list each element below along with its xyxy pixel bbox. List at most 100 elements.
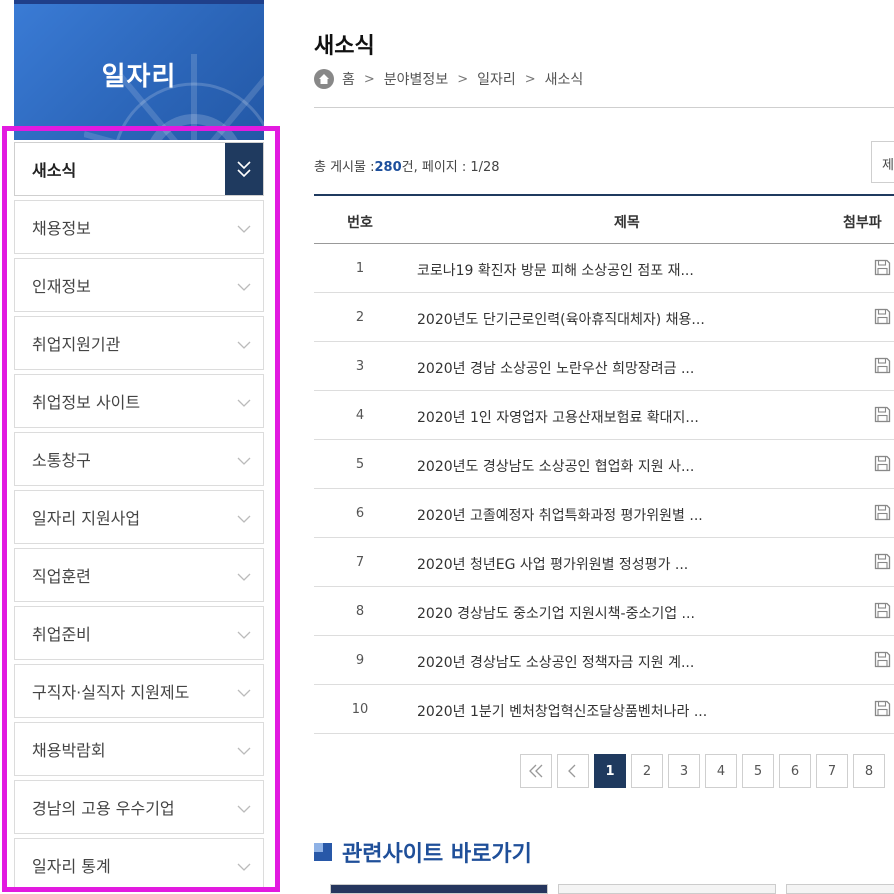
chevron-down-icon [237, 627, 251, 641]
page-button[interactable]: 5 [742, 754, 774, 788]
row-subject-link[interactable]: 2020 경상남도 중소기업 지원시책-중소기업 ... [417, 603, 695, 623]
row-subject-link[interactable]: 2020년 1인 자영업자 고용산재보험료 확대지... [417, 407, 699, 427]
row-subject-link[interactable]: 2020년 고졸예정자 취업특화과정 평가위원별 ... [417, 505, 703, 525]
chevron-down-icon [237, 279, 251, 293]
row-number: 8 [355, 604, 365, 619]
breadcrumb-field-info[interactable]: 분야별정보 [384, 69, 448, 89]
page-button[interactable]: 4 [705, 754, 737, 788]
sidebar-item-label: 경남의 고용 우수기업 [32, 799, 175, 818]
double-chevron-left-icon[interactable] [520, 754, 552, 788]
sidebar-item-label: 직업훈련 [32, 567, 91, 586]
floppy-disk-icon[interactable] [874, 602, 891, 619]
table-row: 10 2020년 1분기 벤처창업혁신조달상품벤처나라 ... [314, 685, 894, 734]
breadcrumb-jobs[interactable]: 일자리 [477, 69, 516, 89]
related-site-thumb[interactable] [330, 884, 548, 894]
page-button[interactable]: 3 [668, 754, 700, 788]
sidebar-item[interactable]: 직업훈련 [14, 548, 264, 602]
row-number: 3 [355, 359, 365, 374]
title-divider [314, 107, 894, 108]
sidebar-item-label: 소통창구 [32, 451, 91, 470]
related-sites-heading: 관련사이트 바로가기 [314, 836, 532, 868]
column-file: 첨부파 [843, 215, 882, 231]
table-row: 5 2020년도 경상남도 소상공인 협업화 지원 사... [314, 440, 894, 489]
chevron-down-icon [237, 685, 251, 699]
chevron-down-icon [237, 569, 251, 583]
related-site-thumb[interactable] [558, 884, 776, 894]
floppy-disk-icon[interactable] [874, 406, 891, 423]
sidebar-banner: 일자리 [14, 0, 264, 140]
double-chevron-down-icon[interactable] [225, 143, 263, 195]
table-row: 7 2020년 청년EG 사업 평가위원별 정성평가 ... [314, 538, 894, 587]
table-body: 1 코로나19 확진자 방문 피해 소상공인 점포 재... 2 2020년도 단기근… [314, 244, 894, 734]
sidebar-item[interactable]: 새소식 [14, 142, 264, 196]
sidebar-item-label: 인재정보 [32, 277, 91, 296]
floppy-disk-icon[interactable] [874, 651, 891, 668]
floppy-disk-icon[interactable] [874, 700, 891, 717]
sidebar-item[interactable]: 취업지원기관 [14, 316, 264, 370]
page-button[interactable]: 8 [853, 754, 885, 788]
sidebar-item[interactable]: 일자리 지원사업 [14, 490, 264, 544]
table-row: 1 코로나19 확진자 방문 피해 소상공인 점포 재... [314, 244, 894, 293]
sidebar-item[interactable]: 취업정보 사이트 [14, 374, 264, 428]
row-number: 2 [355, 310, 365, 325]
sidebar-item[interactable]: 소통창구 [14, 432, 264, 486]
sidebar-item-label: 취업준비 [32, 625, 91, 644]
sidebar-item[interactable]: 취업준비 [14, 606, 264, 660]
row-subject-link[interactable]: 2020년 경상남도 소상공인 정책자금 지원 계... [417, 652, 694, 672]
sidebar-item[interactable]: 구직자·실직자 지원제도 [14, 664, 264, 718]
row-subject-link[interactable]: 2020년 청년EG 사업 평가위원별 정성평가 ... [417, 554, 688, 574]
sidebar-item-label: 구직자·실직자 지원제도 [32, 683, 190, 702]
row-subject-link[interactable]: 코로나19 확진자 방문 피해 소상공인 점포 재... [417, 260, 694, 280]
total-prefix: 총 게시물 : [314, 160, 375, 175]
sidebar-item[interactable]: 일자리 통계 [14, 838, 264, 892]
sidebar-item-label: 취업정보 사이트 [32, 393, 141, 412]
floppy-disk-icon[interactable] [874, 308, 891, 325]
table-row: 8 2020 경상남도 중소기업 지원시책-중소기업 ... [314, 587, 894, 636]
floppy-disk-icon[interactable] [874, 259, 891, 276]
total-count: 280 [374, 160, 402, 175]
row-subject-link[interactable]: 2020년 1분기 벤처창업혁신조달상품벤처나라 ... [417, 701, 707, 721]
related-site-thumb[interactable] [786, 884, 894, 894]
breadcrumb-separator: > [524, 71, 536, 87]
floppy-disk-icon[interactable] [874, 455, 891, 472]
sidebar-title: 일자리 [101, 62, 177, 92]
breadcrumb-separator: > [457, 71, 469, 87]
chevron-down-icon [237, 337, 251, 351]
row-number: 9 [355, 653, 365, 668]
page-button[interactable]: 6 [779, 754, 811, 788]
row-subject-link[interactable]: 2020년도 단기근로인력(육아휴직대체자) 채용... [417, 309, 705, 329]
sidebar-item[interactable]: 채용박람회 [14, 722, 264, 776]
related-sites-thumbnails [330, 884, 894, 894]
search-field-select[interactable]: 제 [871, 141, 894, 183]
page: 일자리 새소식채용정보인재정보취업지원기관취업정보 사이트소통창구일자리 지원사… [0, 0, 894, 894]
row-subject-link[interactable]: 2020년도 경상남도 소상공인 협업화 지원 사... [417, 456, 694, 476]
sidebar-item-label: 취업지원기관 [32, 335, 121, 354]
breadcrumb-home[interactable]: 홈 [342, 69, 355, 89]
page-button[interactable]: 7 [816, 754, 848, 788]
chevron-down-icon [237, 221, 251, 235]
sidebar-item[interactable]: 인재정보 [14, 258, 264, 312]
table-row: 2 2020년도 단기근로인력(육아휴직대체자) 채용... [314, 293, 894, 342]
total-suffix: 건, 페이지 : 1/28 [401, 160, 500, 175]
sidebar-item-label: 새소식 [32, 161, 77, 180]
breadcrumb-separator: > [363, 71, 375, 87]
sidebar-item-label: 채용박람회 [32, 741, 106, 760]
chevron-down-icon [237, 395, 251, 409]
row-number: 5 [355, 457, 365, 472]
pagination: 12345678 [520, 754, 890, 788]
sidebar-item[interactable]: 경남의 고용 우수기업 [14, 780, 264, 834]
sidebar-item-label: 채용정보 [32, 219, 91, 238]
chevron-left-icon[interactable] [557, 754, 589, 788]
row-number: 4 [355, 408, 365, 423]
sidebar-item-label: 일자리 지원사업 [32, 509, 141, 528]
sidebar-item[interactable]: 채용정보 [14, 200, 264, 254]
floppy-disk-icon[interactable] [874, 553, 891, 570]
page-button[interactable]: 2 [631, 754, 663, 788]
page-button[interactable]: 1 [594, 754, 626, 788]
floppy-disk-icon[interactable] [874, 357, 891, 374]
column-no: 번호 [347, 215, 373, 231]
row-subject-link[interactable]: 2020년 경남 소상공인 노란우산 희망장려금 ... [417, 358, 694, 378]
home-icon[interactable] [314, 69, 334, 89]
breadcrumb: 홈 > 분야별정보 > 일자리 > 새소식 [314, 69, 583, 89]
floppy-disk-icon[interactable] [874, 504, 891, 521]
